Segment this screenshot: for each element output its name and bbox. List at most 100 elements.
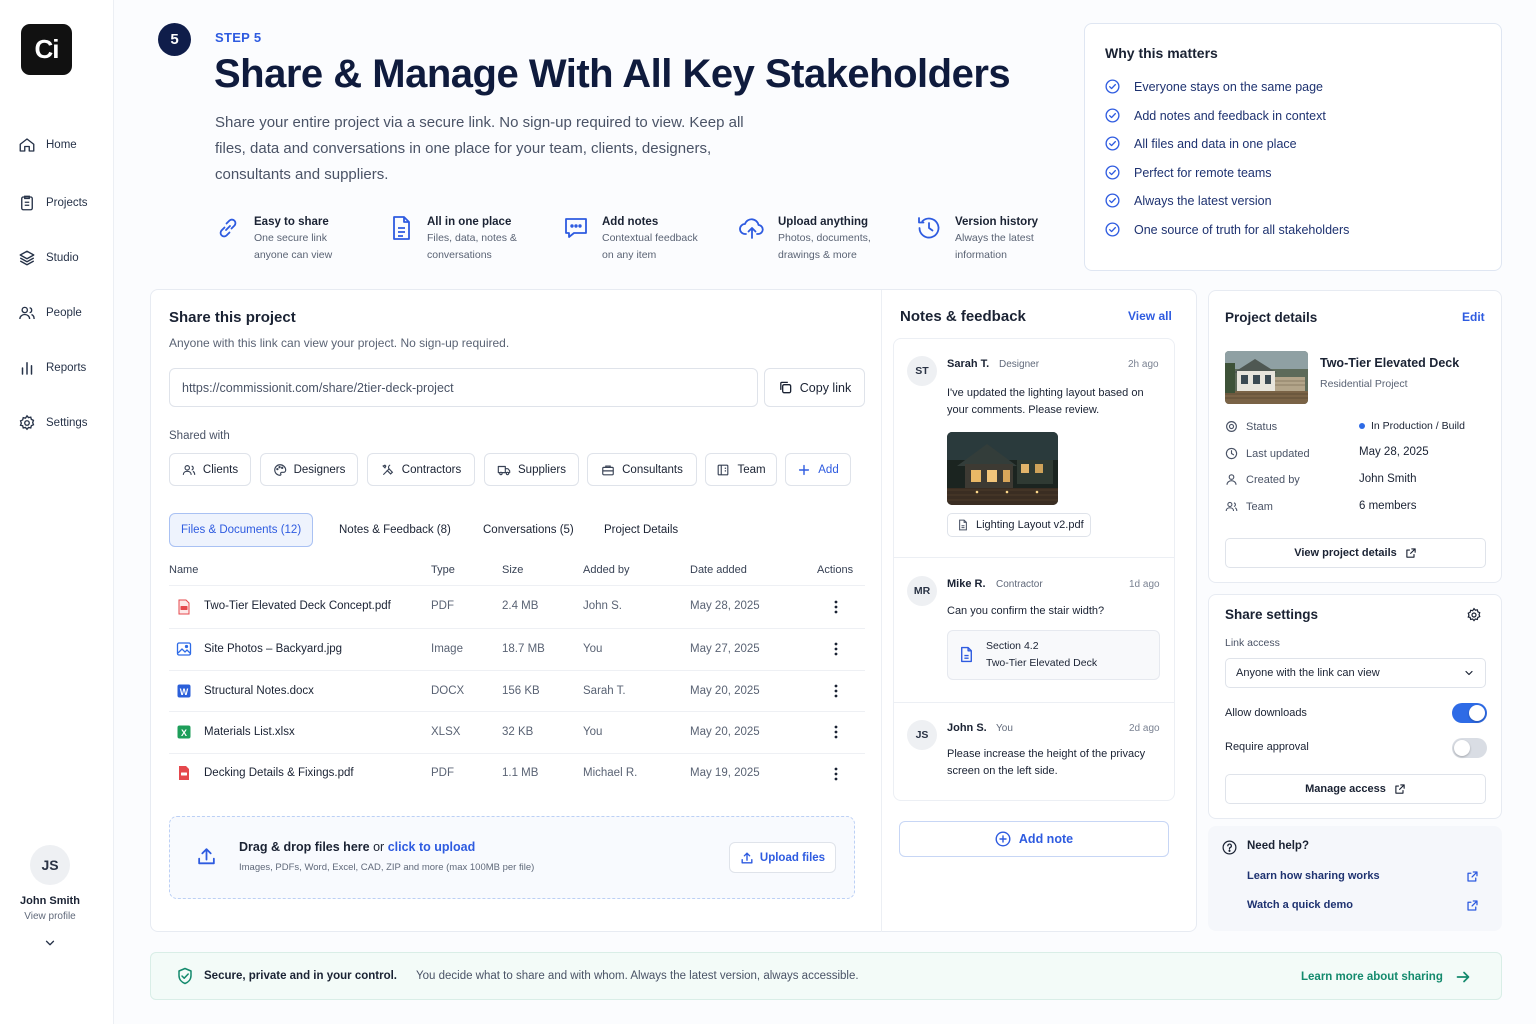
file-name[interactable]: Materials List.xlsx (204, 726, 295, 738)
sidebar-item-projects[interactable]: Projects (18, 194, 88, 212)
divider (894, 702, 1174, 703)
chip-contractors[interactable]: Contractors (367, 453, 475, 486)
click-to-upload-link[interactable]: click to upload (388, 840, 476, 854)
detail-row-status: Status (1225, 420, 1277, 433)
chevron-down-icon (1465, 670, 1473, 676)
link-access-label: Link access (1225, 637, 1280, 649)
external-link-icon[interactable] (1466, 899, 1479, 912)
sidebar-item-reports[interactable]: Reports (18, 359, 86, 377)
chip-team[interactable]: Team (705, 453, 777, 486)
share-link-input[interactable] (169, 368, 758, 407)
detail-row-created-by: Created by (1225, 473, 1300, 486)
manage-access-button[interactable]: Manage access (1225, 774, 1486, 804)
tab-project-details[interactable]: Project Details (604, 513, 678, 547)
help-icon (1222, 840, 1237, 855)
allow-downloads-toggle[interactable] (1452, 703, 1487, 723)
tab-notes-feedback[interactable]: Notes & Feedback (8) (339, 513, 451, 547)
people-icon (182, 464, 196, 475)
file-date: May 20, 2025 (690, 726, 760, 738)
tab-conversations[interactable]: Conversations (5) (483, 513, 574, 547)
kebab-menu-icon[interactable] (834, 600, 838, 614)
file-name[interactable]: Decking Details & Fixings.pdf (204, 767, 354, 779)
chip-suppliers[interactable]: Suppliers (484, 453, 579, 486)
note-author: Sarah T. (947, 358, 990, 370)
chevron-down-icon[interactable] (43, 936, 57, 950)
feature-easy-share: Easy to share One secure link anyone can v… (214, 212, 332, 264)
copy-link-button[interactable]: Copy link (764, 368, 865, 407)
external-link-icon[interactable] (1466, 870, 1479, 883)
note-attachment[interactable]: Lighting Layout v2.pdf (947, 513, 1091, 537)
arrow-right-icon[interactable] (1455, 969, 1471, 985)
toggle-knob (1469, 705, 1485, 721)
feature-title: Add notes (602, 216, 659, 228)
feature-version-history: Version history Always the latest informat… (915, 212, 1038, 264)
file-name[interactable]: Site Photos – Backyard.jpg (204, 643, 342, 655)
pdf-icon (178, 599, 190, 615)
check-circle-icon (1105, 165, 1120, 180)
app-logo[interactable]: Ci (21, 24, 72, 75)
add-label: Add (818, 463, 839, 476)
sidebar-item-label: Home (46, 139, 77, 151)
kebab-menu-icon[interactable] (834, 642, 838, 656)
user-profile[interactable]: JS John Smith View profile (0, 845, 100, 950)
chip-designers[interactable]: Designers (260, 453, 358, 486)
tab-files-documents[interactable]: Files & Documents (12) (169, 513, 314, 547)
file-type: XLSX (431, 726, 461, 738)
project-thumbnail (1225, 351, 1308, 404)
sidebar-item-studio[interactable]: Studio (18, 249, 79, 267)
check-circle-icon (1105, 108, 1120, 123)
gear-icon[interactable] (1466, 607, 1482, 623)
detail-label: Created by (1246, 473, 1300, 486)
view-project-details-button[interactable]: View project details (1225, 538, 1486, 568)
sidebar-item-people[interactable]: People (18, 304, 82, 322)
link-access-select[interactable]: Anyone with the link can view (1225, 658, 1486, 688)
file-size: 1.1 MB (502, 767, 539, 779)
learn-sharing-link[interactable]: Learn how sharing works (1247, 870, 1380, 882)
column-header-size: Size (502, 564, 524, 576)
note-time: 2h ago (1128, 359, 1159, 370)
file-name[interactable]: Two-Tier Elevated Deck Concept.pdf (204, 600, 391, 612)
column-header-date: Date added (690, 564, 747, 576)
why-item-label: Add notes and feedback in context (1134, 108, 1326, 123)
kebab-menu-icon[interactable] (834, 767, 838, 781)
file-name[interactable]: Structural Notes.docx (204, 685, 314, 697)
allow-downloads-label: Allow downloads (1225, 707, 1307, 719)
watch-demo-link[interactable]: Watch a quick demo (1247, 899, 1353, 911)
column-header-type: Type (431, 564, 455, 576)
view-profile-link[interactable]: View profile (0, 911, 100, 922)
image-icon (176, 642, 192, 656)
button-label: View project details (1294, 547, 1397, 559)
feature-title: Easy to share (254, 216, 329, 228)
file-date: May 19, 2025 (690, 767, 760, 779)
feature-title: Upload anything (778, 216, 869, 228)
feature-add-notes: Add notes Contextual feedback on any item (562, 212, 698, 264)
sidebar-item-settings[interactable]: Settings (18, 414, 88, 432)
team-icon (1225, 501, 1238, 512)
kebab-menu-icon[interactable] (834, 684, 838, 698)
edit-project-link[interactable]: Edit (1462, 310, 1485, 324)
detail-label: Last updated (1246, 447, 1310, 460)
add-note-button[interactable]: Add note (899, 821, 1169, 857)
document-icon (393, 216, 410, 240)
sidebar-item-label: People (46, 307, 82, 319)
require-approval-toggle[interactable] (1452, 738, 1487, 758)
link-icon (219, 218, 237, 238)
divider (169, 753, 865, 754)
note-image-thumbnail[interactable] (947, 432, 1058, 505)
upload-files-button[interactable]: Upload files (729, 842, 836, 873)
check-circle-icon (1105, 79, 1120, 94)
sidebar-item-home[interactable]: Home (18, 136, 77, 154)
layers-icon (19, 250, 35, 266)
learn-more-sharing-link[interactable]: Learn more about sharing (1301, 971, 1443, 983)
sidebar: Ci Home Projects Studio People Reports S… (0, 0, 114, 1024)
chip-consultants[interactable]: Consultants (587, 453, 697, 486)
chip-clients[interactable]: Clients (169, 453, 251, 486)
kebab-menu-icon[interactable] (834, 725, 838, 739)
home-icon (19, 138, 35, 152)
notes-view-all-link[interactable]: View all (1128, 309, 1172, 323)
add-stakeholder-button[interactable]: Add (785, 453, 851, 486)
document-icon (961, 646, 972, 663)
avatar: JS (30, 845, 70, 885)
svg-text:X: X (181, 728, 187, 738)
note-role: Designer (999, 359, 1040, 370)
